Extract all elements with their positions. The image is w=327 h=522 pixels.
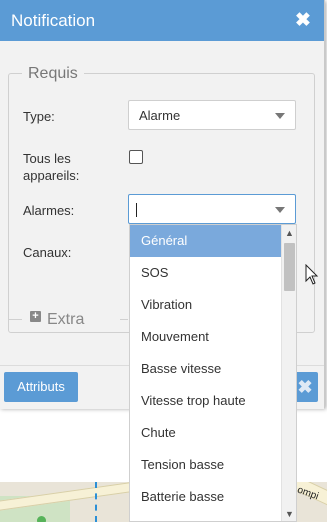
alarms-select[interactable] [128, 194, 296, 224]
scroll-up-arrow-icon[interactable]: ▲ [285, 228, 294, 238]
chevron-down-icon [275, 113, 285, 119]
extra-divider-right [120, 319, 128, 320]
all-devices-label-line1: Tous les [23, 151, 71, 166]
type-select-value: Alarme [139, 108, 181, 123]
mouse-pointer-icon [305, 264, 319, 285]
map-route-line [95, 482, 97, 522]
dropdown-option[interactable]: Général [130, 225, 282, 257]
dialog-title: Notification [11, 11, 96, 30]
type-label: Type: [23, 109, 55, 124]
scroll-down-arrow-icon[interactable]: ▼ [285, 509, 294, 519]
all-devices-checkbox[interactable] [129, 150, 143, 164]
dropdown-option[interactable]: Mouvement [130, 321, 282, 353]
plus-square-icon[interactable]: + [30, 311, 41, 322]
chevron-down-icon [275, 207, 285, 213]
dialog-titlebar[interactable]: Notification ✖ [0, 0, 324, 41]
dropdown-option[interactable]: SOS [130, 257, 282, 289]
extra-divider-left [8, 319, 22, 320]
scrollbar-thumb[interactable] [284, 243, 295, 291]
alarms-dropdown-list[interactable]: Général SOS Vibration Mouvement Basse vi… [129, 224, 297, 522]
text-cursor [136, 203, 137, 217]
channels-label: Canaux: [23, 245, 72, 260]
alarms-label: Alarmes: [23, 203, 75, 218]
extra-section-toggle[interactable]: Extra [47, 311, 84, 329]
dropdown-scrollbar[interactable]: ▲ ▼ [281, 225, 296, 521]
dropdown-option[interactable]: Batterie basse [130, 481, 282, 513]
dropdown-option[interactable]: Vitesse trop haute [130, 385, 282, 417]
required-legend: Requis [22, 65, 84, 83]
close-icon[interactable]: ✖ [295, 9, 311, 32]
map-marker-icon[interactable] [37, 516, 46, 522]
all-devices-label-line2: appareils: [23, 168, 80, 183]
dropdown-option[interactable]: Tension basse [130, 449, 282, 481]
attributes-button[interactable]: Attributs [4, 372, 78, 402]
dropdown-option[interactable]: Vibration [130, 289, 282, 321]
dropdown-option[interactable]: Chute [130, 417, 282, 449]
dropdown-option[interactable]: Basse vitesse [130, 353, 282, 385]
type-select[interactable]: Alarme [128, 100, 296, 130]
